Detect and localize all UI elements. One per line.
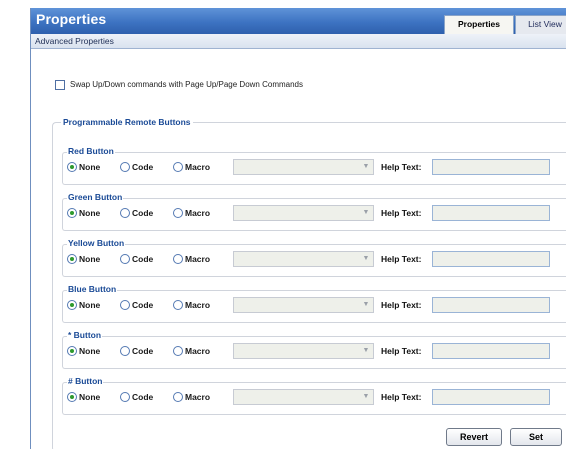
chevron-down-icon: ▼ xyxy=(362,347,370,354)
tab-properties[interactable]: Properties xyxy=(444,15,514,34)
tab-properties-label: Properties xyxy=(457,19,501,29)
set-button[interactable]: Set xyxy=(510,428,562,446)
yellow-macro-label: Macro xyxy=(185,254,211,264)
blue-none-label: None xyxy=(79,300,101,310)
yellow-help-label: Help Text: xyxy=(381,254,422,264)
red-macro-select[interactable]: ▼ xyxy=(233,159,374,175)
red-help-label: Help Text: xyxy=(381,162,422,172)
green-none-radio[interactable] xyxy=(67,208,77,218)
yellow-help-input[interactable] xyxy=(432,251,550,267)
star-code-radio[interactable] xyxy=(120,346,130,356)
star-none-label: None xyxy=(79,346,101,356)
swap-checkbox-label: Swap Up/Down commands with Page Up/Page … xyxy=(70,80,303,89)
red-none-radio[interactable] xyxy=(67,162,77,172)
red-code-label: Code xyxy=(132,162,154,172)
revert-button[interactable]: Revert xyxy=(446,428,502,446)
tab-list-view-label: List View xyxy=(528,19,562,29)
yellow-code-label: Code xyxy=(132,254,154,264)
blue-help-label: Help Text: xyxy=(381,300,422,310)
green-none-label: None xyxy=(79,208,101,218)
blue-button-label: Blue Button xyxy=(67,284,118,294)
green-macro-select[interactable]: ▼ xyxy=(233,205,374,221)
hash-macro-label: Macro xyxy=(185,392,211,402)
green-help-label: Help Text: xyxy=(381,208,422,218)
blue-none-radio[interactable] xyxy=(67,300,77,310)
chevron-down-icon: ▼ xyxy=(362,209,370,216)
yellow-button-label: Yellow Button xyxy=(67,238,126,248)
hash-button-label: # Button xyxy=(67,376,104,386)
chevron-down-icon: ▼ xyxy=(362,393,370,400)
blue-macro-radio[interactable] xyxy=(173,300,183,310)
red-macro-label: Macro xyxy=(185,162,211,172)
yellow-code-radio[interactable] xyxy=(120,254,130,264)
green-code-label: Code xyxy=(132,208,154,218)
green-macro-radio[interactable] xyxy=(173,208,183,218)
red-none-label: None xyxy=(79,162,101,172)
hash-none-label: None xyxy=(79,392,101,402)
hash-none-radio[interactable] xyxy=(67,392,77,402)
properties-window: Properties Properties List View Advanced… xyxy=(30,8,566,449)
window-title: Properties xyxy=(36,11,107,27)
hash-help-label: Help Text: xyxy=(381,392,422,402)
star-macro-radio[interactable] xyxy=(173,346,183,356)
hash-help-input[interactable] xyxy=(432,389,550,405)
green-code-radio[interactable] xyxy=(120,208,130,218)
swap-checkbox[interactable] xyxy=(55,80,65,90)
subtitle: Advanced Properties xyxy=(35,36,114,46)
hash-macro-radio[interactable] xyxy=(173,392,183,402)
hash-code-label: Code xyxy=(132,392,154,402)
hash-code-radio[interactable] xyxy=(120,392,130,402)
star-none-radio[interactable] xyxy=(67,346,77,356)
yellow-macro-radio[interactable] xyxy=(173,254,183,264)
star-macro-select[interactable]: ▼ xyxy=(233,343,374,359)
tab-list-view[interactable]: List View xyxy=(515,15,566,34)
hash-macro-select[interactable]: ▼ xyxy=(233,389,374,405)
chevron-down-icon: ▼ xyxy=(362,163,370,170)
star-help-input[interactable] xyxy=(432,343,550,359)
red-macro-radio[interactable] xyxy=(173,162,183,172)
title-bar: Properties Properties List View xyxy=(31,8,566,34)
green-help-input[interactable] xyxy=(432,205,550,221)
red-code-radio[interactable] xyxy=(120,162,130,172)
blue-code-radio[interactable] xyxy=(120,300,130,310)
red-help-input[interactable] xyxy=(432,159,550,175)
blue-macro-select[interactable]: ▼ xyxy=(233,297,374,313)
subtitle-bar: Advanced Properties xyxy=(31,34,566,49)
remote-buttons-group-label: Programmable Remote Buttons xyxy=(61,117,193,127)
star-code-label: Code xyxy=(132,346,154,356)
blue-code-label: Code xyxy=(132,300,154,310)
blue-help-input[interactable] xyxy=(432,297,550,313)
green-macro-label: Macro xyxy=(185,208,211,218)
chevron-down-icon: ▼ xyxy=(362,301,370,308)
chevron-down-icon: ▼ xyxy=(362,255,370,262)
star-button-label: * Button xyxy=(67,330,103,340)
yellow-none-label: None xyxy=(79,254,101,264)
star-macro-label: Macro xyxy=(185,346,211,356)
yellow-none-radio[interactable] xyxy=(67,254,77,264)
yellow-macro-select[interactable]: ▼ xyxy=(233,251,374,267)
blue-macro-label: Macro xyxy=(185,300,211,310)
star-help-label: Help Text: xyxy=(381,346,422,356)
red-button-label: Red Button xyxy=(67,146,115,156)
green-button-label: Green Button xyxy=(67,192,124,202)
